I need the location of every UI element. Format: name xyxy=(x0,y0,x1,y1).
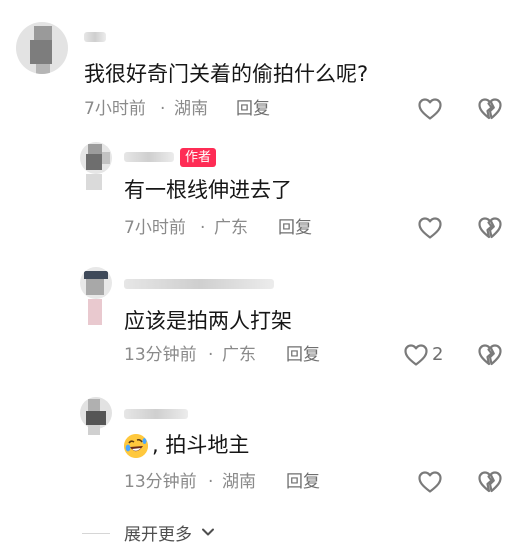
heart-outline-icon[interactable] xyxy=(416,214,444,242)
reply-button[interactable]: 回复 xyxy=(278,217,312,239)
username-blurred xyxy=(124,152,174,162)
meta-separator: · xyxy=(208,345,214,365)
broken-heart-icon[interactable] xyxy=(476,214,504,242)
expand-more-button[interactable]: 展开更多 xyxy=(124,523,217,547)
chevron-down-icon xyxy=(199,523,217,547)
username-blurred xyxy=(124,279,274,289)
avatar[interactable] xyxy=(16,22,68,74)
comment-4: , 拍斗地主 13分钟前 · 湖南 回复 xyxy=(0,385,529,515)
comment-location: 广东 xyxy=(222,345,256,365)
comment-text: 我很好奇门关着的偷拍什么呢? xyxy=(84,62,369,86)
reply-button[interactable]: 回复 xyxy=(236,98,270,120)
avatar[interactable] xyxy=(80,267,112,299)
comment-1: 我很好奇门关着的偷拍什么呢? 7小时前 · 湖南 回复 xyxy=(0,0,529,130)
meta-separator: · xyxy=(160,99,166,119)
rolling-on-floor-laughing-emoji xyxy=(124,434,148,458)
reply-button[interactable]: 回复 xyxy=(286,471,320,493)
comment-time: 7小时前 xyxy=(124,218,186,238)
meta-separator: · xyxy=(200,218,206,238)
username-blurred xyxy=(124,409,188,419)
comment-2: 作者 有一根线伸进去了 7小时前 · 广东 回复 xyxy=(0,130,529,255)
avatar[interactable] xyxy=(80,142,112,174)
broken-heart-icon[interactable] xyxy=(476,341,504,369)
username-blurred xyxy=(84,32,106,42)
comment-location: 湖南 xyxy=(174,99,208,119)
author-badge: 作者 xyxy=(180,148,217,167)
comment-location: 广东 xyxy=(214,218,248,238)
avatar-blur xyxy=(88,425,100,435)
broken-heart-icon[interactable] xyxy=(476,95,504,123)
heart-outline-icon[interactable] xyxy=(416,95,444,123)
comment-location: 湖南 xyxy=(222,472,256,492)
broken-heart-icon[interactable] xyxy=(476,468,504,496)
avatar-blur xyxy=(88,299,102,325)
reply-button[interactable]: 回复 xyxy=(286,344,320,366)
comment-time: 13分钟前 xyxy=(124,345,197,365)
comment-time: 7小时前 xyxy=(84,99,146,119)
comment-time: 13分钟前 xyxy=(124,472,197,492)
expand-more-label: 展开更多 xyxy=(124,525,192,545)
heart-outline-icon[interactable] xyxy=(402,341,430,369)
comment-text: 有一根线伸进去了 xyxy=(124,178,292,202)
comment-text: 应该是拍两人打架 xyxy=(124,309,292,333)
comment-3: 应该是拍两人打架 13分钟前 · 广东 回复 2 xyxy=(0,255,529,385)
meta-separator: · xyxy=(208,472,214,492)
avatar-blur xyxy=(86,174,102,190)
like-count: 2 xyxy=(432,344,444,365)
heart-outline-icon[interactable] xyxy=(416,468,444,496)
comment-text: , 拍斗地主 xyxy=(152,433,250,457)
expand-divider xyxy=(82,533,110,534)
